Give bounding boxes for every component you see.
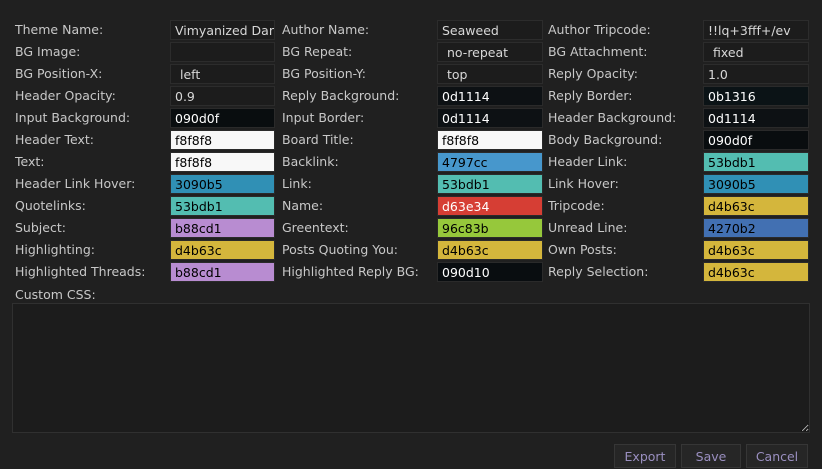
highlighted-reply-bg-color-input[interactable] bbox=[437, 262, 543, 282]
greentext-color-input[interactable] bbox=[437, 218, 543, 238]
reply-opacity-input[interactable] bbox=[703, 64, 809, 84]
setting-label: Greentext: bbox=[282, 220, 349, 235]
setting-label: Header Link: bbox=[548, 154, 628, 169]
bg-repeat-input[interactable] bbox=[437, 42, 543, 62]
highlighting-color-input[interactable] bbox=[170, 240, 275, 260]
setting-label: BG Position-X: bbox=[15, 66, 103, 81]
header-text-color-input[interactable] bbox=[170, 130, 275, 150]
header-link-hover-color-input[interactable] bbox=[170, 174, 275, 194]
setting-label: Name: bbox=[282, 198, 324, 213]
setting-label: Author Tripcode: bbox=[548, 22, 651, 37]
theme-name-input[interactable] bbox=[170, 20, 275, 40]
setting-label: BG Attachment: bbox=[548, 44, 648, 59]
input-background-color-input[interactable] bbox=[170, 108, 275, 128]
backlink-color-input[interactable] bbox=[437, 152, 543, 172]
setting-label: Unread Line: bbox=[548, 220, 628, 235]
bg-attachment-input[interactable] bbox=[703, 42, 809, 62]
bg-image-input[interactable] bbox=[170, 42, 275, 62]
setting-label: Input Background: bbox=[15, 110, 131, 125]
author-tripcode-input[interactable] bbox=[703, 20, 809, 40]
setting-label: Header Opacity: bbox=[15, 88, 116, 103]
setting-label: Reply Border: bbox=[548, 88, 633, 103]
setting-label: Highlighted Threads: bbox=[15, 264, 146, 279]
setting-label: Author Name: bbox=[282, 22, 370, 37]
setting-label: Link: bbox=[282, 176, 312, 191]
board-title-color-input[interactable] bbox=[437, 130, 543, 150]
setting-label: Header Link Hover: bbox=[15, 176, 136, 191]
custom-css-textarea[interactable] bbox=[12, 303, 810, 433]
setting-label: Link Hover: bbox=[548, 176, 619, 191]
setting-label: Reply Background: bbox=[282, 88, 400, 103]
quotelinks-color-input[interactable] bbox=[170, 196, 275, 216]
setting-label: Text: bbox=[15, 154, 45, 169]
setting-label: Reply Opacity: bbox=[548, 66, 638, 81]
unread-line-color-input[interactable] bbox=[703, 218, 809, 238]
setting-label: Header Background: bbox=[548, 110, 677, 125]
own-posts-color-input[interactable] bbox=[703, 240, 809, 260]
setting-label: BG Position-Y: bbox=[282, 66, 366, 81]
custom-css-label: Custom CSS: bbox=[15, 287, 96, 302]
reply-border-color-input[interactable] bbox=[703, 86, 809, 106]
text-color-input[interactable] bbox=[170, 152, 275, 172]
highlighted-threads-color-input[interactable] bbox=[170, 262, 275, 282]
setting-label: Board Title: bbox=[282, 132, 354, 147]
setting-label: Backlink: bbox=[282, 154, 339, 169]
save-button[interactable]: Save bbox=[681, 444, 741, 468]
setting-label: Reply Selection: bbox=[548, 264, 649, 279]
header-background-color-input[interactable] bbox=[703, 108, 809, 128]
subject-color-input[interactable] bbox=[170, 218, 275, 238]
setting-label: Body Background: bbox=[548, 132, 663, 147]
bg-position-x-input[interactable] bbox=[170, 64, 275, 84]
setting-label: Header Text: bbox=[15, 132, 94, 147]
bg-position-y-input[interactable] bbox=[437, 64, 543, 84]
body-background-color-input[interactable] bbox=[703, 130, 809, 150]
setting-label: Posts Quoting You: bbox=[282, 242, 399, 257]
header-link-color-input[interactable] bbox=[703, 152, 809, 172]
setting-label: BG Image: bbox=[15, 44, 81, 59]
setting-label: Subject: bbox=[15, 220, 66, 235]
cancel-button[interactable]: Cancel bbox=[746, 444, 808, 468]
setting-label: BG Repeat: bbox=[282, 44, 353, 59]
setting-label: Theme Name: bbox=[15, 22, 104, 37]
input-border-color-input[interactable] bbox=[437, 108, 543, 128]
author-name-input[interactable] bbox=[437, 20, 543, 40]
setting-label: Highlighting: bbox=[15, 242, 95, 257]
setting-label: Own Posts: bbox=[548, 242, 617, 257]
header-opacity-input[interactable] bbox=[170, 86, 275, 106]
tripcode-color-input[interactable] bbox=[703, 196, 809, 216]
setting-label: Quotelinks: bbox=[15, 198, 86, 213]
link-color-input[interactable] bbox=[437, 174, 543, 194]
link-hover-color-input[interactable] bbox=[703, 174, 809, 194]
name-color-input[interactable] bbox=[437, 196, 543, 216]
setting-label: Highlighted Reply BG: bbox=[282, 264, 419, 279]
setting-label: Tripcode: bbox=[548, 198, 605, 213]
setting-label: Input Border: bbox=[282, 110, 365, 125]
export-button[interactable]: Export bbox=[614, 444, 676, 468]
reply-selection-color-input[interactable] bbox=[703, 262, 809, 282]
reply-background-color-input[interactable] bbox=[437, 86, 543, 106]
posts-quoting-you-color-input[interactable] bbox=[437, 240, 543, 260]
